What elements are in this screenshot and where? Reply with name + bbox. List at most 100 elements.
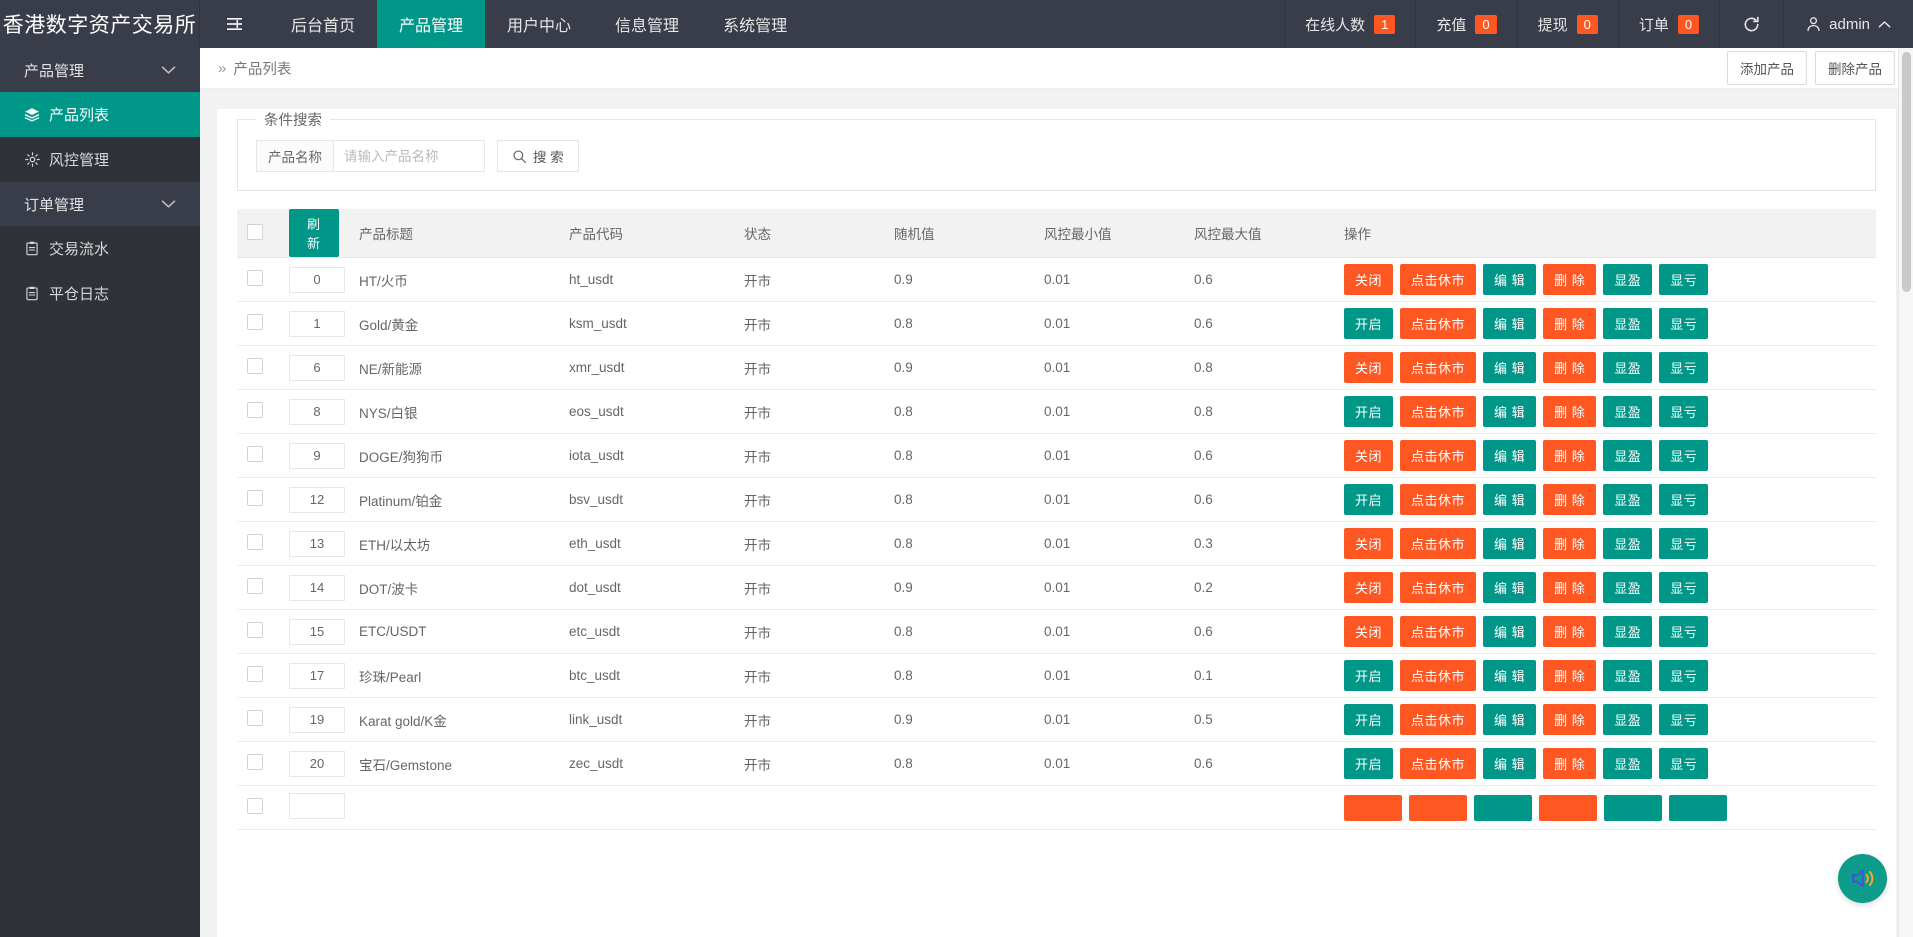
show-loss-button[interactable] bbox=[1669, 795, 1727, 821]
nav-item-info-management[interactable]: 信息管理 bbox=[593, 0, 701, 48]
delete-button[interactable]: 删 除 bbox=[1543, 572, 1596, 603]
refresh-icon[interactable] bbox=[1719, 0, 1783, 48]
show-loss-button[interactable]: 显亏 bbox=[1659, 440, 1708, 471]
delete-button[interactable]: 删 除 bbox=[1543, 704, 1596, 735]
show-profit-button[interactable]: 显盈 bbox=[1603, 440, 1652, 471]
select-all-checkbox[interactable] bbox=[247, 224, 263, 240]
toggle-status-button[interactable]: 开启 bbox=[1344, 396, 1393, 427]
toggle-market-button[interactable]: 点击休市 bbox=[1400, 396, 1476, 427]
delete-button[interactable]: 删 除 bbox=[1543, 748, 1596, 779]
search-button[interactable]: 搜 索 bbox=[497, 140, 579, 172]
show-loss-button[interactable]: 显亏 bbox=[1659, 308, 1708, 339]
toggle-status-button[interactable]: 开启 bbox=[1344, 484, 1393, 515]
toggle-market-button[interactable]: 点击休市 bbox=[1400, 528, 1476, 559]
toggle-market-button[interactable] bbox=[1409, 795, 1467, 821]
toggle-status-button[interactable] bbox=[1344, 795, 1402, 821]
show-loss-button[interactable]: 显亏 bbox=[1659, 572, 1708, 603]
show-profit-button[interactable]: 显盈 bbox=[1603, 528, 1652, 559]
row-id-input[interactable]: 8 bbox=[289, 399, 345, 425]
toggle-status-button[interactable]: 开启 bbox=[1344, 704, 1393, 735]
edit-button[interactable]: 编 辑 bbox=[1483, 660, 1536, 691]
row-id-input[interactable]: 1 bbox=[289, 311, 345, 337]
sidebar-item-close-position-log[interactable]: 平仓日志 bbox=[0, 271, 200, 316]
row-id-input[interactable] bbox=[289, 793, 345, 819]
edit-button[interactable]: 编 辑 bbox=[1483, 352, 1536, 383]
page-scrollbar[interactable] bbox=[1898, 48, 1913, 937]
nav-item-user-center[interactable]: 用户中心 bbox=[485, 0, 593, 48]
edit-button[interactable]: 编 辑 bbox=[1483, 308, 1536, 339]
toggle-status-button[interactable]: 关闭 bbox=[1344, 616, 1393, 647]
toggle-status-button[interactable]: 关闭 bbox=[1344, 528, 1393, 559]
row-id-input[interactable]: 19 bbox=[289, 707, 345, 733]
edit-button[interactable]: 编 辑 bbox=[1483, 528, 1536, 559]
refresh-button[interactable]: 刷 新 bbox=[289, 209, 339, 257]
delete-button[interactable]: 删 除 bbox=[1543, 528, 1596, 559]
row-id-input[interactable]: 9 bbox=[289, 443, 345, 469]
edit-button[interactable]: 编 辑 bbox=[1483, 484, 1536, 515]
row-id-input[interactable]: 12 bbox=[289, 487, 345, 513]
toggle-status-button[interactable]: 开启 bbox=[1344, 308, 1393, 339]
search-input[interactable] bbox=[333, 140, 485, 172]
stat-recharge[interactable]: 充值 0 bbox=[1415, 0, 1516, 48]
toggle-status-button[interactable]: 开启 bbox=[1344, 660, 1393, 691]
row-checkbox[interactable] bbox=[247, 270, 263, 286]
stat-withdraw[interactable]: 提现 0 bbox=[1517, 0, 1618, 48]
toggle-market-button[interactable]: 点击休市 bbox=[1400, 484, 1476, 515]
sidebar-item-risk-management[interactable]: 风控管理 bbox=[0, 137, 200, 182]
edit-button[interactable]: 编 辑 bbox=[1483, 264, 1536, 295]
nav-item-dashboard[interactable]: 后台首页 bbox=[269, 0, 377, 48]
show-profit-button[interactable]: 显盈 bbox=[1603, 616, 1652, 647]
delete-button[interactable]: 删 除 bbox=[1543, 616, 1596, 647]
row-checkbox[interactable] bbox=[247, 534, 263, 550]
sidebar-item-product-list[interactable]: 产品列表 bbox=[0, 92, 200, 137]
show-profit-button[interactable]: 显盈 bbox=[1603, 396, 1652, 427]
menu-icon[interactable] bbox=[200, 0, 269, 48]
delete-button[interactable]: 删 除 bbox=[1543, 308, 1596, 339]
row-id-input[interactable]: 17 bbox=[289, 663, 345, 689]
row-checkbox[interactable] bbox=[247, 490, 263, 506]
show-loss-button[interactable]: 显亏 bbox=[1659, 616, 1708, 647]
toggle-status-button[interactable]: 关闭 bbox=[1344, 264, 1393, 295]
show-profit-button[interactable]: 显盈 bbox=[1603, 264, 1652, 295]
toggle-market-button[interactable]: 点击休市 bbox=[1400, 352, 1476, 383]
show-profit-button[interactable]: 显盈 bbox=[1603, 660, 1652, 691]
toggle-market-button[interactable]: 点击休市 bbox=[1400, 264, 1476, 295]
toggle-market-button[interactable]: 点击休市 bbox=[1400, 308, 1476, 339]
row-checkbox[interactable] bbox=[247, 754, 263, 770]
show-loss-button[interactable]: 显亏 bbox=[1659, 396, 1708, 427]
toggle-status-button[interactable]: 关闭 bbox=[1344, 440, 1393, 471]
row-checkbox[interactable] bbox=[247, 446, 263, 462]
delete-button[interactable]: 删 除 bbox=[1543, 264, 1596, 295]
delete-product-button[interactable]: 删除产品 bbox=[1815, 51, 1895, 85]
toggle-market-button[interactable]: 点击休市 bbox=[1400, 660, 1476, 691]
row-id-input[interactable]: 0 bbox=[289, 267, 345, 293]
toggle-status-button[interactable]: 关闭 bbox=[1344, 352, 1393, 383]
row-id-input[interactable]: 6 bbox=[289, 355, 345, 381]
show-profit-button[interactable]: 显盈 bbox=[1603, 572, 1652, 603]
show-loss-button[interactable]: 显亏 bbox=[1659, 484, 1708, 515]
edit-button[interactable]: 编 辑 bbox=[1483, 616, 1536, 647]
user-menu[interactable]: admin bbox=[1783, 0, 1913, 48]
row-checkbox[interactable] bbox=[247, 314, 263, 330]
row-id-input[interactable]: 13 bbox=[289, 531, 345, 557]
sidebar-group-order-management[interactable]: 订单管理 bbox=[0, 182, 200, 226]
toggle-status-button[interactable]: 开启 bbox=[1344, 748, 1393, 779]
row-checkbox[interactable] bbox=[247, 358, 263, 374]
toggle-status-button[interactable]: 关闭 bbox=[1344, 572, 1393, 603]
show-loss-button[interactable]: 显亏 bbox=[1659, 352, 1708, 383]
show-loss-button[interactable]: 显亏 bbox=[1659, 528, 1708, 559]
show-profit-button[interactable] bbox=[1604, 795, 1662, 821]
edit-button[interactable]: 编 辑 bbox=[1483, 396, 1536, 427]
delete-button[interactable]: 删 除 bbox=[1543, 440, 1596, 471]
add-product-button[interactable]: 添加产品 bbox=[1727, 51, 1807, 85]
row-id-input[interactable]: 20 bbox=[289, 751, 345, 777]
delete-button[interactable]: 删 除 bbox=[1543, 396, 1596, 427]
nav-item-product-management[interactable]: 产品管理 bbox=[377, 0, 485, 48]
edit-button[interactable]: 编 辑 bbox=[1483, 440, 1536, 471]
toggle-market-button[interactable]: 点击休市 bbox=[1400, 748, 1476, 779]
delete-button[interactable]: 删 除 bbox=[1543, 352, 1596, 383]
sidebar-item-transaction-flow[interactable]: 交易流水 bbox=[0, 226, 200, 271]
show-loss-button[interactable]: 显亏 bbox=[1659, 704, 1708, 735]
nav-item-system-management[interactable]: 系统管理 bbox=[701, 0, 809, 48]
show-profit-button[interactable]: 显盈 bbox=[1603, 484, 1652, 515]
